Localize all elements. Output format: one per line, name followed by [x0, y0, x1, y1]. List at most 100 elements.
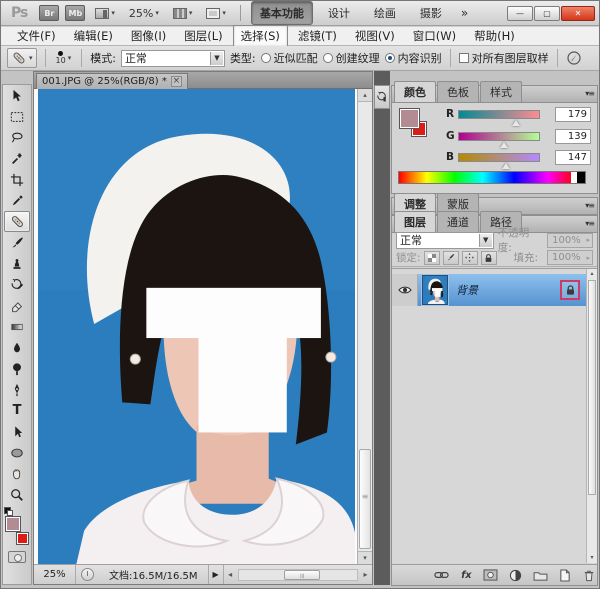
- path-selection-tool[interactable]: [4, 421, 30, 442]
- rectangular-marquee-tool[interactable]: [4, 106, 30, 127]
- horizontal-scrollbar[interactable]: ◂ ▸: [223, 565, 372, 584]
- close-button[interactable]: ✕: [561, 6, 595, 21]
- menu-help[interactable]: 帮助(H): [466, 25, 523, 47]
- layer-visibility-toggle[interactable]: [392, 274, 418, 306]
- brush-tool[interactable]: [4, 232, 30, 253]
- fill-field[interactable]: 100%▸: [547, 250, 593, 265]
- tool-preset-picker[interactable]: ▾: [7, 48, 37, 68]
- crop-tool[interactable]: [4, 169, 30, 190]
- horizontal-scroll-track[interactable]: [238, 569, 358, 581]
- clone-stamp-tool[interactable]: [4, 253, 30, 274]
- gradient-tool[interactable]: [4, 316, 30, 337]
- color-spectrum-ramp[interactable]: [398, 171, 586, 184]
- lock-position-button[interactable]: [462, 251, 478, 265]
- lasso-tool[interactable]: [4, 127, 30, 148]
- blue-slider-track[interactable]: [458, 153, 540, 162]
- menu-layer[interactable]: 图层(L): [176, 25, 230, 47]
- bridge-button[interactable]: Br: [39, 5, 59, 21]
- menu-image[interactable]: 图像(I): [123, 25, 174, 47]
- eyedropper-tool[interactable]: [4, 190, 30, 211]
- radio-proximity-match[interactable]: 近似匹配: [261, 50, 318, 66]
- foreground-color-swatch[interactable]: [5, 516, 21, 532]
- blue-value-field[interactable]: 147: [555, 150, 591, 165]
- panel-menu-icon[interactable]: ▾≡: [585, 89, 594, 98]
- view-extras-button[interactable]: ▾: [169, 6, 197, 21]
- dodge-tool[interactable]: [4, 358, 30, 379]
- scroll-up-icon[interactable]: ▴: [587, 269, 597, 279]
- new-layer-button[interactable]: [557, 568, 573, 583]
- sample-all-layers-checkbox[interactable]: 对所有图层取样: [459, 50, 549, 66]
- horizontal-scroll-thumb[interactable]: [284, 570, 320, 580]
- mode-select[interactable]: 正常▼: [121, 50, 225, 67]
- red-slider-thumb[interactable]: [512, 120, 520, 126]
- lock-transparency-button[interactable]: [424, 251, 440, 265]
- scroll-right-icon[interactable]: ▸: [359, 570, 372, 579]
- red-value-field[interactable]: 179: [555, 107, 591, 122]
- quick-selection-tool[interactable]: [4, 148, 30, 169]
- panel-menu-icon[interactable]: ▾≡: [585, 201, 594, 210]
- menu-filter[interactable]: 滤镜(T): [290, 25, 345, 47]
- layer-name[interactable]: 背景: [456, 282, 478, 298]
- menu-view[interactable]: 视图(V): [347, 25, 403, 47]
- workspace-tab-essentials[interactable]: 基本功能: [251, 1, 313, 25]
- pen-tool[interactable]: [4, 379, 30, 400]
- scroll-left-icon[interactable]: ◂: [224, 570, 237, 579]
- add-layer-mask-button[interactable]: [483, 568, 499, 583]
- hand-tool[interactable]: [4, 463, 30, 484]
- layer-row-background[interactable]: 背景: [392, 274, 586, 306]
- lock-pixels-button[interactable]: [443, 251, 459, 265]
- workspace-tab-painting[interactable]: 绘画: [365, 1, 405, 25]
- new-adjustment-layer-button[interactable]: [508, 568, 524, 583]
- menu-edit[interactable]: 编辑(E): [66, 25, 121, 47]
- layer-style-button[interactable]: fx: [459, 568, 475, 583]
- layer-thumbnail[interactable]: [422, 275, 448, 305]
- red-slider-track[interactable]: [458, 110, 540, 119]
- tab-swatches[interactable]: 色板: [437, 81, 479, 102]
- scroll-down-icon[interactable]: ▾: [358, 551, 372, 564]
- delete-layer-button[interactable]: [581, 568, 597, 583]
- zoom-level-dropdown[interactable]: 25%▾: [125, 5, 163, 22]
- menu-file[interactable]: 文件(F): [9, 25, 64, 47]
- minimize-button[interactable]: —: [507, 6, 533, 21]
- radio-content-aware[interactable]: 内容识别: [385, 50, 442, 66]
- green-value-field[interactable]: 139: [555, 129, 591, 144]
- menu-window[interactable]: 窗口(W): [405, 25, 464, 47]
- vertical-scrollbar[interactable]: ▴ ▾: [357, 89, 372, 564]
- spot-healing-brush-tool[interactable]: [4, 211, 30, 232]
- workspace-tab-photography[interactable]: 摄影: [411, 1, 451, 25]
- black-swatch[interactable]: [577, 172, 585, 183]
- screen-mode-button[interactable]: ▾: [202, 6, 230, 21]
- radio-create-texture[interactable]: 创建纹理: [323, 50, 380, 66]
- history-panel-button[interactable]: [374, 85, 390, 109]
- ellipse-tool[interactable]: [4, 442, 30, 463]
- tab-layers[interactable]: 图层: [394, 211, 436, 232]
- tablet-pressure-icon[interactable]: [566, 50, 582, 66]
- blend-mode-select[interactable]: 正常▼: [396, 232, 494, 249]
- type-tool[interactable]: T: [4, 400, 30, 421]
- document-close-icon[interactable]: ×: [171, 76, 182, 87]
- mini-bridge-button[interactable]: Mb: [65, 5, 85, 21]
- move-tool[interactable]: [4, 85, 30, 106]
- link-layers-button[interactable]: [434, 568, 450, 583]
- layers-scroll-thumb[interactable]: [588, 280, 596, 495]
- status-zoom-field[interactable]: 25%: [34, 565, 76, 584]
- layers-scrollbar[interactable]: ▴ ▾: [586, 269, 597, 563]
- tab-color[interactable]: 颜色: [394, 81, 436, 102]
- brush-preset-picker[interactable]: 10 ▾: [54, 51, 74, 65]
- foreground-color-swatch[interactable]: [399, 108, 420, 129]
- scroll-down-icon[interactable]: ▾: [587, 553, 597, 563]
- workspace-overflow-button[interactable]: »: [457, 6, 472, 20]
- workspace-tab-design[interactable]: 设计: [319, 1, 359, 25]
- restore-button[interactable]: ▢: [534, 6, 560, 21]
- new-group-button[interactable]: [532, 568, 548, 583]
- panel-menu-icon[interactable]: ▾≡: [585, 219, 594, 228]
- opacity-field[interactable]: 100%▸: [547, 233, 593, 248]
- default-colors-icon[interactable]: [4, 507, 11, 514]
- status-flyout-button[interactable]: ▶: [208, 565, 223, 584]
- tab-channels[interactable]: 通道: [437, 211, 479, 232]
- photo-image[interactable]: [38, 89, 355, 564]
- canvas[interactable]: [34, 89, 357, 564]
- blur-tool[interactable]: [4, 337, 30, 358]
- green-slider-thumb[interactable]: [500, 142, 508, 148]
- green-slider-track[interactable]: [458, 132, 540, 141]
